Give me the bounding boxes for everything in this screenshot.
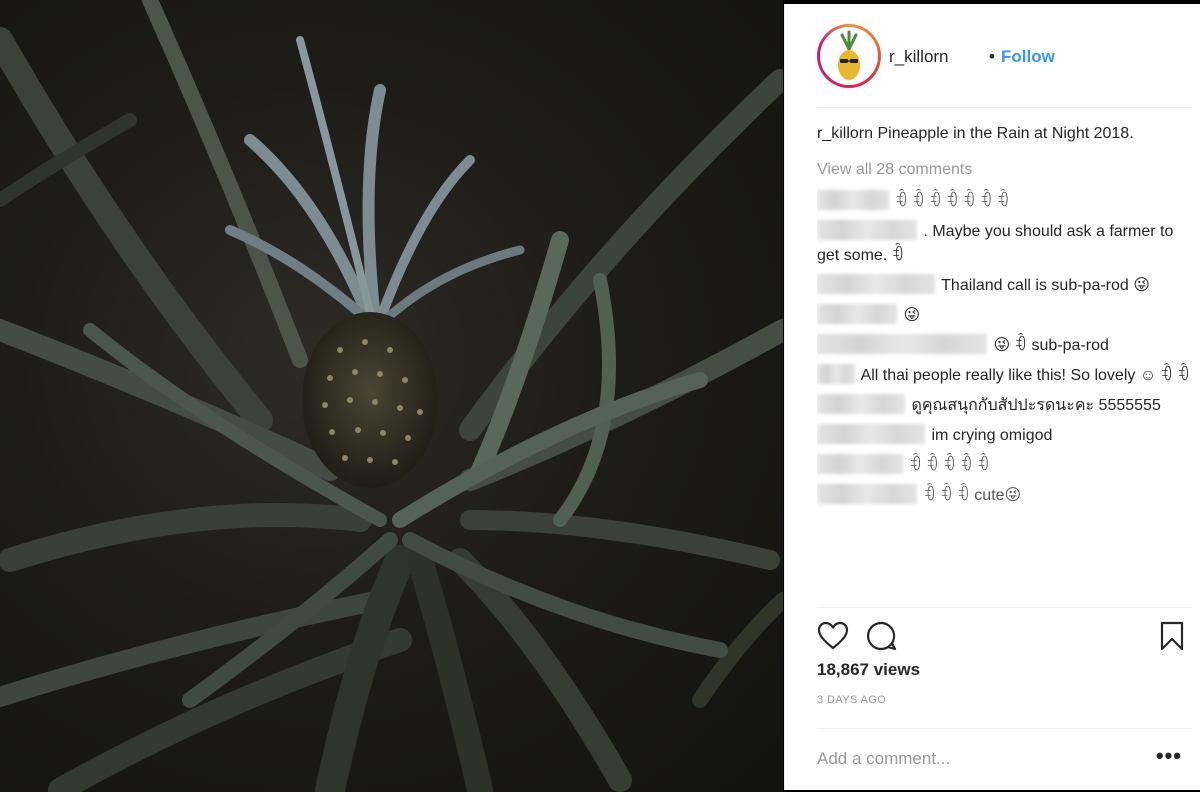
comment-item: 😜 ꊘ sub-pa-rod	[817, 334, 1192, 358]
comment-item: ꊘ ꊘ ꊘ ꊘ ꊘ	[817, 454, 1192, 478]
comment-text: ꊘ ꊘ ꊘ cute😜	[923, 487, 1022, 504]
pineapple-plant-image	[0, 0, 783, 792]
post-header: r_killorn • Follow	[817, 4, 1192, 108]
comment-text: Thailand call is sub-pa-rod 😜	[941, 277, 1150, 294]
caption-username[interactable]: r_killorn	[817, 125, 873, 142]
comment-bubble-icon[interactable]	[865, 620, 897, 652]
comment-item: 😜	[817, 304, 1192, 328]
post-caption: r_killorn Pineapple in the Rain at Night…	[817, 122, 1192, 146]
story-ring[interactable]	[817, 24, 881, 88]
blurred-username[interactable]	[817, 364, 855, 384]
pineapple-avatar-icon[interactable]	[820, 27, 878, 85]
comment-text: ดูคุณสนุกกับสัปปะรดนะคะ 5555555	[911, 397, 1161, 414]
comment-item: All thai people really like this! So lov…	[817, 364, 1192, 388]
post-media[interactable]	[0, 0, 783, 792]
comment-item: ꊘ ꊘ ꊘ cute😜	[817, 484, 1192, 508]
more-options-icon[interactable]: •••	[1156, 743, 1182, 769]
comment-item: ดูคุณสนุกกับสัปปะรดนะคะ 5555555	[817, 394, 1192, 418]
comment-item: . Maybe you should ask a farmer to get s…	[817, 220, 1192, 268]
post-side-panel: r_killorn • Follow r_killorn Pineapple i…	[784, 4, 1200, 790]
comment-text: 😜 ꊘ sub-pa-rod	[993, 337, 1109, 354]
post-actions-bar	[817, 607, 1192, 663]
comment-text: ꊘ ꊘ ꊘ ꊘ ꊘ	[909, 457, 990, 474]
comment-input[interactable]	[817, 747, 1137, 771]
follow-button[interactable]: Follow	[1001, 47, 1055, 67]
view-all-comments-link[interactable]: View all 28 comments	[817, 158, 1192, 182]
comment-text: ꊘ ꊘ ꊘ ꊘ ꊘ ꊘ ꊘ	[895, 193, 1010, 210]
comment-text: 😜	[903, 307, 921, 324]
heart-icon[interactable]	[817, 620, 849, 652]
comment-item: ꊘ ꊘ ꊘ ꊘ ꊘ ꊘ ꊘ	[817, 190, 1192, 214]
bookmark-icon[interactable]	[1156, 620, 1188, 652]
blurred-username[interactable]	[817, 304, 897, 324]
post-timestamp[interactable]: 3 DAYS AGO	[817, 694, 886, 706]
comment-item: Thailand call is sub-pa-rod 😜	[817, 274, 1192, 298]
add-comment-bar: •••	[817, 728, 1192, 790]
blurred-username[interactable]	[817, 484, 917, 504]
blurred-username[interactable]	[817, 274, 935, 294]
blurred-username[interactable]	[817, 394, 905, 414]
separator-dot: •	[989, 47, 995, 66]
blurred-username[interactable]	[817, 220, 917, 240]
comment-text: All thai people really like this! So lov…	[860, 367, 1191, 384]
blurred-username[interactable]	[817, 424, 925, 444]
blurred-username[interactable]	[817, 334, 987, 354]
view-count[interactable]: 18,867 views	[817, 660, 920, 680]
comment-item: im crying omigod	[817, 424, 1192, 448]
comments-list[interactable]: r_killorn Pineapple in the Rain at Night…	[817, 122, 1192, 604]
blurred-username[interactable]	[817, 190, 889, 210]
username-link[interactable]: r_killorn	[889, 47, 949, 67]
blurred-username[interactable]	[817, 454, 903, 474]
caption-text: Pineapple in the Rain at Night 2018.	[877, 125, 1134, 142]
comment-text: im crying omigod	[931, 427, 1053, 444]
